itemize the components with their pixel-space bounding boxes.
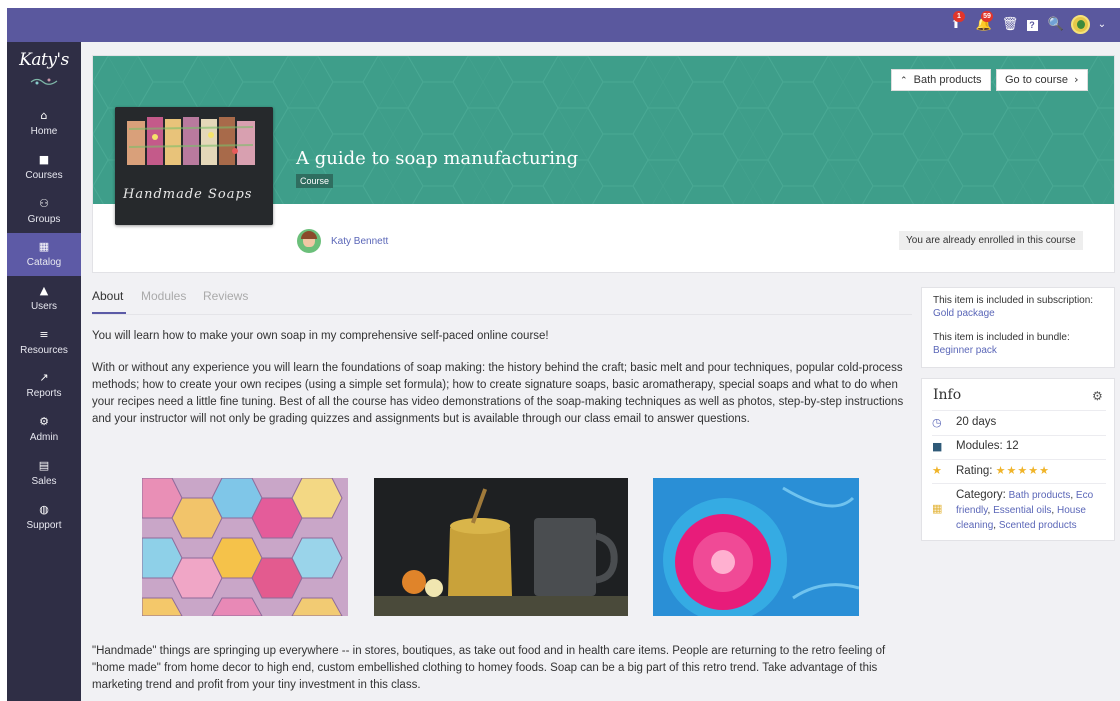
divider — [932, 435, 1106, 436]
bundle-text: This item is included in bundle: — [933, 332, 1070, 343]
subscription-text: This item is included in subscription: — [933, 295, 1094, 306]
gear-icon: ⚙ — [39, 415, 49, 428]
tabs-divider — [92, 314, 912, 315]
sidebar: Katy's ⌂ Home ■ Courses ⚇ Groups ▦ Catal… — [7, 42, 81, 701]
sidebar-item-label: Support — [26, 520, 62, 531]
modules-value: Modules: 12 — [956, 440, 1019, 452]
course-type-badge: Course — [296, 174, 334, 188]
sidebar-item-users[interactable]: ▲ Users — [7, 277, 81, 320]
page-title: A guide to soap manufacturing — [296, 148, 579, 169]
category-label: Category: — [956, 489, 1006, 501]
library-icon: ≡ — [39, 328, 49, 341]
sidebar-item-support[interactable]: ◍ Support — [7, 496, 81, 539]
info-title: Info — [933, 387, 962, 403]
top-bar: ⬆ 1 🔔 59 🗑 ? 🔍 ⌄ — [7, 8, 1120, 42]
rating-stars: ★★★★★ — [995, 464, 1050, 477]
duration-value: 20 days — [956, 416, 997, 428]
trash-icon[interactable]: 🗑 — [1001, 16, 1019, 34]
bundle-link[interactable]: Beginner pack — [933, 345, 997, 356]
avatar[interactable] — [1071, 15, 1090, 34]
book-icon: ■ — [38, 153, 50, 166]
sidebar-item-label: Courses — [25, 170, 63, 181]
home-icon: ⌂ — [40, 109, 48, 122]
notification-badge: 1 — [953, 11, 965, 22]
divider — [932, 483, 1106, 484]
rating-text: Rating: ★★★★★ — [956, 464, 1050, 477]
category-link[interactable]: Bath products — [1009, 490, 1071, 501]
sidebar-item-courses[interactable]: ■ Courses — [7, 146, 81, 189]
rating-label: Rating: — [956, 465, 993, 477]
money-icon: ▤ — [38, 459, 50, 472]
logo[interactable]: Katy's — [7, 50, 81, 70]
info-category: ▦ Category: Bath products, Eco friendly,… — [932, 488, 1106, 536]
soap-bombs-photo — [142, 478, 348, 616]
tea-mug-photo — [374, 478, 628, 616]
category-link[interactable]: Essential oils — [993, 505, 1051, 516]
author-avatar[interactable] — [297, 229, 321, 253]
divider — [932, 459, 1106, 460]
about-body: With or without any experience you will … — [92, 362, 904, 425]
about-closing: "Handmade" things are springing up every… — [92, 645, 886, 691]
sidebar-item-home[interactable]: ⌂ Home — [7, 102, 81, 145]
user-icon: ▲ — [39, 284, 49, 297]
chevron-right-icon: › — [1074, 73, 1079, 86]
category-icon: ▦ — [932, 502, 943, 515]
tab-modules[interactable]: Modules — [141, 289, 186, 303]
sidebar-item-catalog[interactable]: ▦ Catalog — [7, 233, 81, 276]
author-link[interactable]: Katy Bennett — [331, 236, 388, 247]
sidebar-item-label: Admin — [29, 432, 59, 443]
chart-icon: ↗ — [39, 371, 49, 384]
subscription-info: This item is included in subscription: G… — [933, 294, 1103, 320]
help-icon[interactable]: ? — [1023, 16, 1041, 34]
chevron-down-icon[interactable]: ⌄ — [1093, 16, 1111, 34]
sidebar-item-label: Users — [30, 301, 58, 312]
sidebar-item-label: Home — [30, 126, 58, 137]
book-icon: ■ — [932, 440, 943, 453]
thumbnail-caption: Handmade Soaps — [123, 187, 253, 202]
tab-reviews[interactable]: Reviews — [203, 289, 248, 303]
star-icon: ★ — [932, 464, 942, 477]
back-to-category-button[interactable]: ⌃ Bath products — [891, 69, 991, 91]
course-header: ⌃ Bath products Go to course › Handmade … — [92, 55, 1115, 273]
divider — [932, 410, 1106, 411]
upload-icon[interactable]: ⬆ 1 — [947, 11, 965, 34]
go-to-course-label: Go to course — [1005, 74, 1068, 86]
sidebar-item-label: Reports — [26, 388, 62, 399]
app-window: ⬆ 1 🔔 59 🗑 ? 🔍 ⌄ Katy's ⌂ Home ■ Courses ⚇… — [7, 8, 1120, 701]
category-link[interactable]: Scented products — [999, 520, 1077, 531]
enrolled-status-badge: You are already enrolled in this course — [899, 231, 1083, 250]
sidebar-item-sales[interactable]: ▤ Sales — [7, 452, 81, 495]
info-panel: Info ⚙ ◷ 20 days ■ Modules: 12 ★ Rating:… — [921, 378, 1115, 541]
sidebar-item-label: Catalog — [26, 257, 62, 268]
subscription-link[interactable]: Gold package — [933, 308, 995, 319]
tab-about[interactable]: About — [92, 289, 123, 303]
resin-art-photo — [653, 478, 859, 616]
globe-icon: ◍ — [39, 503, 49, 516]
gear-icon[interactable]: ⚙ — [1092, 389, 1103, 403]
sidebar-item-resources[interactable]: ≡ Resources — [7, 321, 81, 364]
sidebar-item-label: Resources — [20, 345, 68, 356]
logo-flourish-icon — [29, 76, 59, 86]
sidebar-item-label: Groups — [27, 214, 61, 225]
sidebar-item-admin[interactable]: ⚙ Admin — [7, 408, 81, 451]
announcement-badge: 59 — [981, 11, 993, 22]
go-to-course-button[interactable]: Go to course › — [996, 69, 1088, 91]
grid-icon: ▦ — [38, 240, 50, 253]
about-intro: You will learn how to make your own soap… — [92, 330, 549, 342]
sidebar-item-groups[interactable]: ⚇ Groups — [7, 190, 81, 233]
course-tabs: About Modules Reviews — [92, 289, 912, 311]
search-icon[interactable]: 🔍 — [1047, 16, 1065, 34]
bell-icon[interactable]: 🔔 59 — [975, 11, 993, 34]
sidebar-item-reports[interactable]: ↗ Reports — [7, 364, 81, 407]
subscription-panel: This item is included in subscription: G… — [921, 287, 1115, 368]
clock-icon: ◷ — [932, 416, 942, 429]
sidebar-item-label: Sales — [31, 476, 57, 487]
bundle-info: This item is included in bundle: Beginne… — [933, 331, 1103, 357]
course-thumbnail: Handmade Soaps — [115, 107, 273, 225]
back-button-label: Bath products — [913, 74, 982, 86]
category-text: Category: Bath products, Eco friendly, E… — [956, 489, 1094, 531]
groups-icon: ⚇ — [39, 197, 49, 210]
chevron-up-icon: ⌃ — [900, 76, 908, 86]
